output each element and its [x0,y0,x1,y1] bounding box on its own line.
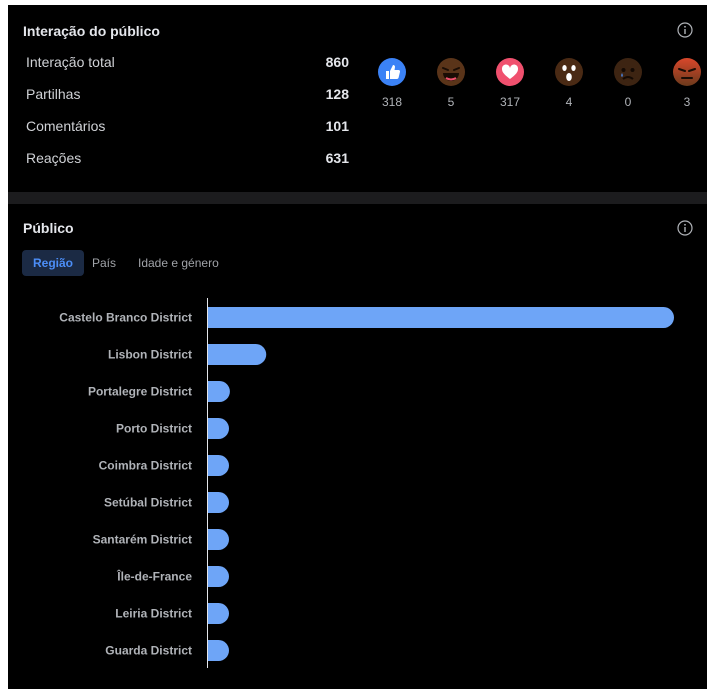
engagement-title: Interação do público [23,23,160,39]
metric-label: Interação total [26,54,115,70]
reaction-love: 317 [485,57,535,109]
category-label: Île-de-France [116,569,192,584]
tab-country[interactable]: País [81,250,127,276]
metric-total-engagement: Interação total 860 [26,54,349,74]
reaction-sad: 0 [603,57,653,109]
metric-comments: Comentários 101 [26,118,349,138]
reaction-like: 318 [367,57,417,109]
bar-porto-district[interactable] [208,418,229,439]
haha-icon [437,58,465,86]
metric-label: Partilhas [26,86,81,102]
like-icon [378,58,406,86]
metric-value: 631 [325,150,349,166]
metric-value: 860 [325,54,349,70]
reaction-wow: 4 [544,57,594,109]
reaction-count: 5 [447,95,455,109]
tab-age-gender[interactable]: Idade e género [127,250,230,276]
reaction-count: 318 [381,95,403,109]
category-label: Porto District [116,422,192,436]
category-label: Guarda District [105,644,192,658]
reaction-haha: 5 [426,57,476,109]
reaction-count: 0 [624,95,632,109]
category-label: Lisbon District [108,348,192,362]
tab-region[interactable]: Região [22,250,85,276]
category-label: Santarém District [93,533,192,547]
angry-icon [673,58,701,86]
love-icon [496,58,524,86]
bar-group [208,307,674,661]
bar--le-de-france[interactable] [208,566,229,587]
info-icon[interactable] [677,220,693,236]
metric-label: Comentários [26,118,106,134]
metric-value: 128 [325,86,349,102]
bar-leiria-district[interactable] [208,603,229,624]
category-label: Castelo Branco District [59,311,192,325]
label-group: Castelo Branco District Lisbon District Po… [59,311,192,658]
bar-portalegre-district[interactable] [208,381,230,402]
bar-castelo-branco-district[interactable] [208,307,674,328]
sad-icon [614,58,642,86]
wow-icon [555,58,583,86]
info-icon[interactable] [677,22,693,38]
category-label: Coimbra District [99,459,192,473]
category-label: Setúbal District [104,496,192,510]
bar-santar-m-district[interactable] [208,529,229,550]
category-label: Leiria District [115,607,192,621]
bar-guarda-district[interactable] [208,640,229,661]
audience-title: Público [23,220,74,236]
region-bar-chart: Castelo Branco District Lisbon District Po… [59,298,674,668]
reaction-count: 4 [565,95,573,109]
bar-coimbra-district[interactable] [208,455,229,476]
engagement-panel: Interação do público Interação total 860… [8,5,707,192]
reaction-angry: 3 [662,57,708,109]
metric-value: 101 [325,118,349,134]
category-label: Portalegre District [88,385,192,399]
bar-lisbon-district[interactable] [208,344,267,365]
metric-shares: Partilhas 128 [26,86,349,106]
audience-panel: Público Região País Idade e género Caste… [8,204,707,689]
reaction-count: 317 [499,95,521,109]
bar-set-bal-district[interactable] [208,492,229,513]
metric-reactions: Reações 631 [26,150,349,170]
metric-label: Reações [26,150,82,166]
panel-divider [8,192,707,204]
reaction-count: 3 [683,95,691,109]
